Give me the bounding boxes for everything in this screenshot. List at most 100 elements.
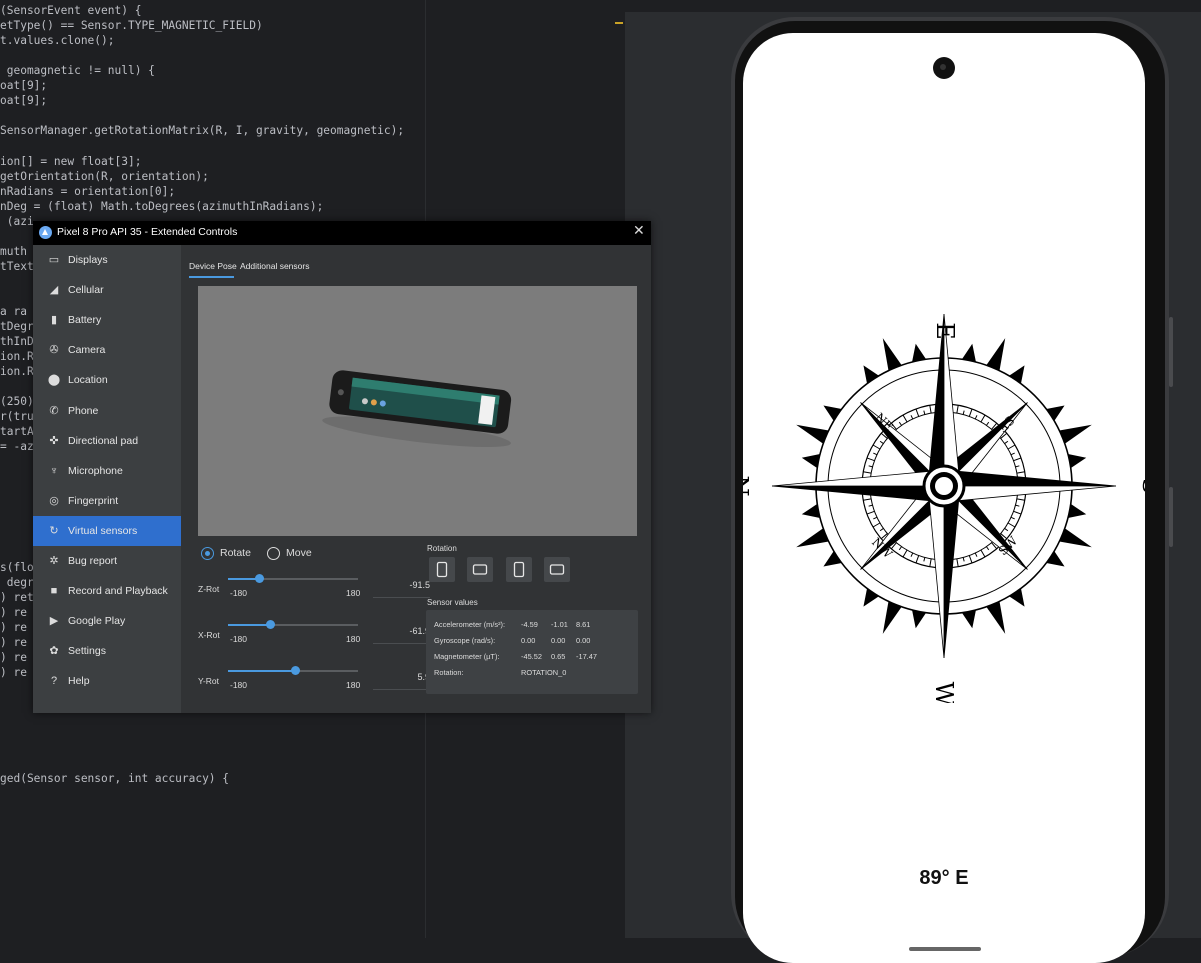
compass-degree-tick: [981, 550, 985, 557]
slider-value-underline: [373, 643, 430, 644]
compass-degree-tick: [873, 517, 877, 519]
compass-cardinal-point: [928, 314, 944, 486]
reverse-portrait-icon: [506, 557, 532, 582]
google-play-icon: ▶: [47, 614, 61, 628]
rotate-reverse-landscape-button[interactable]: [544, 557, 570, 582]
slider-min: -180: [230, 680, 247, 690]
compass-degree-tick: [1015, 466, 1019, 467]
sidebar-item-label: Camera: [68, 344, 105, 356]
sidebar-item-location[interactable]: ⬤Location: [33, 365, 181, 395]
location-icon: ⬤: [47, 373, 61, 387]
compass-degree-tick: [1014, 511, 1022, 514]
home-gesture-bar[interactable]: [909, 947, 981, 951]
sidebar-item-directional-pad[interactable]: ✜Directional pad: [33, 426, 181, 456]
rotate-portrait-button[interactable]: [429, 557, 455, 582]
sidebar-item-google-play[interactable]: ▶ Google Play: [33, 606, 181, 636]
code-line: nDeg = (float) Math.toDegrees(azimuthInR…: [0, 199, 323, 215]
compass-degree-tick: [869, 505, 873, 506]
rotate-reverse-portrait-button[interactable]: [506, 557, 532, 582]
camera-icon: ✇: [47, 343, 61, 357]
sidebar-item-cellular[interactable]: ◢Cellular: [33, 275, 181, 305]
code-line: getOrientation(R, orientation);: [0, 169, 209, 185]
sidebar-item-record-and-playback[interactable]: ■Record and Playback: [33, 576, 181, 606]
sensor-value: -17.47: [576, 652, 597, 661]
compass-degree-tick: [1008, 445, 1015, 449]
compass-degree-tick: [880, 441, 883, 443]
slider-value[interactable]: -61.9: [392, 626, 430, 636]
compass-letter-s: S: [1137, 478, 1145, 494]
sidebar-item-virtual-sensors[interactable]: ↻Virtual sensors: [33, 516, 181, 546]
sidebar-item-help[interactable]: ?Help: [33, 666, 181, 696]
device-pose-viewport[interactable]: [198, 286, 637, 536]
code-line: SensorManager.getRotationMatrix(R, I, gr…: [0, 123, 404, 139]
slider-thumb[interactable]: [291, 666, 300, 675]
sidebar-item-microphone[interactable]: ♆Microphone: [33, 456, 181, 486]
tab-additional-sensors[interactable]: Additional sensors: [240, 261, 309, 271]
rotate-landscape-button[interactable]: [467, 557, 493, 582]
sidebar-item-battery[interactable]: ▮Battery: [33, 305, 181, 335]
slider-fill: [228, 670, 295, 672]
compass-degree-tick: [916, 556, 919, 564]
volume-button[interactable]: [1169, 487, 1173, 547]
code-line: ion.R: [0, 349, 34, 365]
fingerprint-icon: ◎: [47, 494, 61, 508]
code-line: ged(Sensor sensor, int accuracy) {: [0, 771, 229, 787]
sidebar-item-camera[interactable]: ✇ Camera: [33, 335, 181, 365]
x-rot-slider[interactable]: X-Rot-180180-61.9: [198, 617, 413, 651]
slider-track[interactable]: [228, 624, 358, 626]
active-tab-indicator: [189, 276, 234, 278]
window-title-bar[interactable]: Pixel 8 Pro API 35 - Extended Controls ✕: [33, 221, 651, 245]
sidebar-item-fingerprint[interactable]: ◎Fingerprint: [33, 486, 181, 516]
compass-cardinal-point: [944, 486, 1116, 502]
code-line: degr: [0, 575, 34, 591]
compass-degree-tick: [903, 415, 907, 422]
sensor-value-label: Gyroscope (rad/s):: [434, 636, 495, 645]
code-line: (250): [0, 394, 34, 410]
compass-cardinal-point: [944, 470, 1116, 486]
sensor-value: 0.00: [551, 636, 565, 645]
y-rot-slider[interactable]: Y-Rot-1801805.9: [198, 663, 413, 697]
code-line: tartA: [0, 424, 34, 440]
compass-cardinal-point: [944, 486, 960, 658]
slider-track[interactable]: [228, 578, 358, 580]
slider-track[interactable]: [228, 670, 358, 672]
slider-fill: [228, 624, 271, 626]
sidebar-item-label: Google Play: [68, 615, 125, 627]
code-line: ) re: [0, 605, 27, 621]
sensor-value-label: Magnetometer (µT):: [434, 652, 499, 661]
sidebar-item-bug-report[interactable]: ✲Bug report: [33, 546, 181, 576]
virtual-sensors-icon: ↻: [47, 524, 61, 538]
code-line: ) ret: [0, 590, 34, 606]
virtual-sensors-panel: Device Pose Additional sensors: [181, 245, 651, 713]
sidebar-item-displays[interactable]: ▭Displays: [33, 245, 181, 275]
compass-degree-tick: [899, 422, 901, 425]
slider-min: -180: [230, 634, 247, 644]
slider-name: X-Rot: [198, 630, 220, 640]
sidebar-item-settings[interactable]: ✿Settings: [33, 636, 181, 666]
power-button[interactable]: [1169, 317, 1173, 387]
code-line: s(flo: [0, 560, 34, 576]
compass-degree-tick: [880, 528, 883, 530]
slider-value[interactable]: -91.5: [392, 580, 430, 590]
sensor-values-label: Sensor values: [427, 598, 478, 607]
close-icon[interactable]: ✕: [633, 223, 645, 239]
slider-thumb[interactable]: [266, 620, 275, 629]
z-rot-slider[interactable]: Z-Rot-180180-91.5: [198, 571, 413, 605]
sidebar-item-label: Help: [68, 675, 90, 687]
sidebar-item-label: Bug report: [68, 555, 117, 567]
panel-top-strip: [625, 0, 1201, 12]
compass-degree-tick: [930, 559, 931, 567]
phone-screen[interactable]: E S W N NE SE SW NW 89° E: [743, 33, 1145, 963]
compass-cardinal-point: [772, 486, 944, 502]
battery-icon: ▮: [47, 313, 61, 327]
compass-degree-tick: [1015, 505, 1019, 506]
slider-min: -180: [230, 588, 247, 598]
slider-thumb[interactable]: [255, 574, 264, 583]
sidebar-item-phone[interactable]: ✆Phone: [33, 396, 181, 426]
code-line: ion[] = new float[3];: [0, 154, 141, 170]
code-line: ) re: [0, 650, 27, 666]
compass-degree-tick: [986, 547, 988, 550]
slider-value[interactable]: 5.9: [392, 672, 430, 682]
compass-rose: E S W N NE SE SW NW: [743, 283, 1145, 703]
tab-device-pose[interactable]: Device Pose: [189, 261, 237, 271]
